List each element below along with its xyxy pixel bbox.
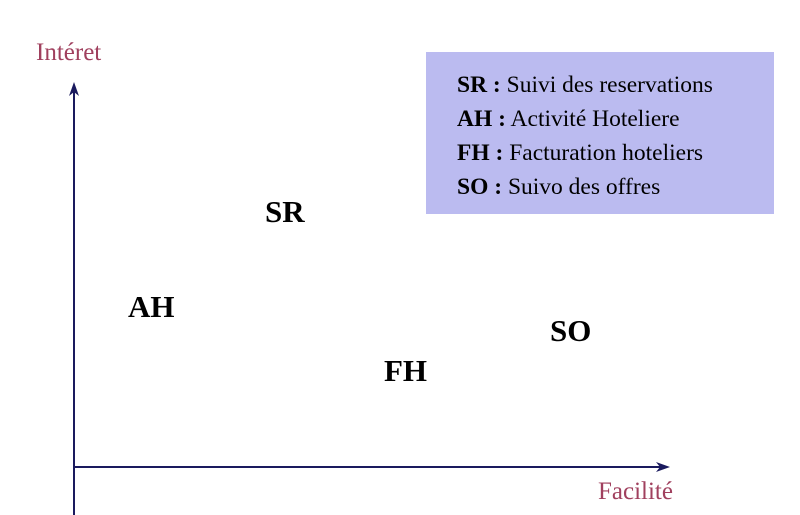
point-label-ah: AH [128,289,175,324]
legend-item-sr: SR : Suivi des reservations [457,68,774,102]
legend-text: Facturation hoteliers [509,140,704,166]
point-label-fh: FH [384,353,428,388]
x-axis-title: Facilité [598,478,673,505]
legend-item-so: SO : Suivo des offres [457,170,774,204]
legend-item-fh: FH : Facturation hoteliers [457,136,774,170]
legend-item-ah: AH : Activité Hoteliere [457,102,774,136]
legend-code: AH : [457,106,506,132]
legend-code: SO : [457,174,503,200]
legend-text: Suivi des reservations [506,72,713,98]
point-label-sr: SR [265,194,305,229]
legend-text: Activité Hoteliere [510,106,680,132]
y-axis-title: Intéret [36,39,102,66]
point-label-so: SO [550,313,592,348]
legend-box: SR : Suivi des reservations AH : Activit… [426,52,774,214]
legend-text: Suivo des offres [507,174,661,200]
legend-code: FH : [457,140,504,166]
legend-code: SR : [457,72,501,98]
